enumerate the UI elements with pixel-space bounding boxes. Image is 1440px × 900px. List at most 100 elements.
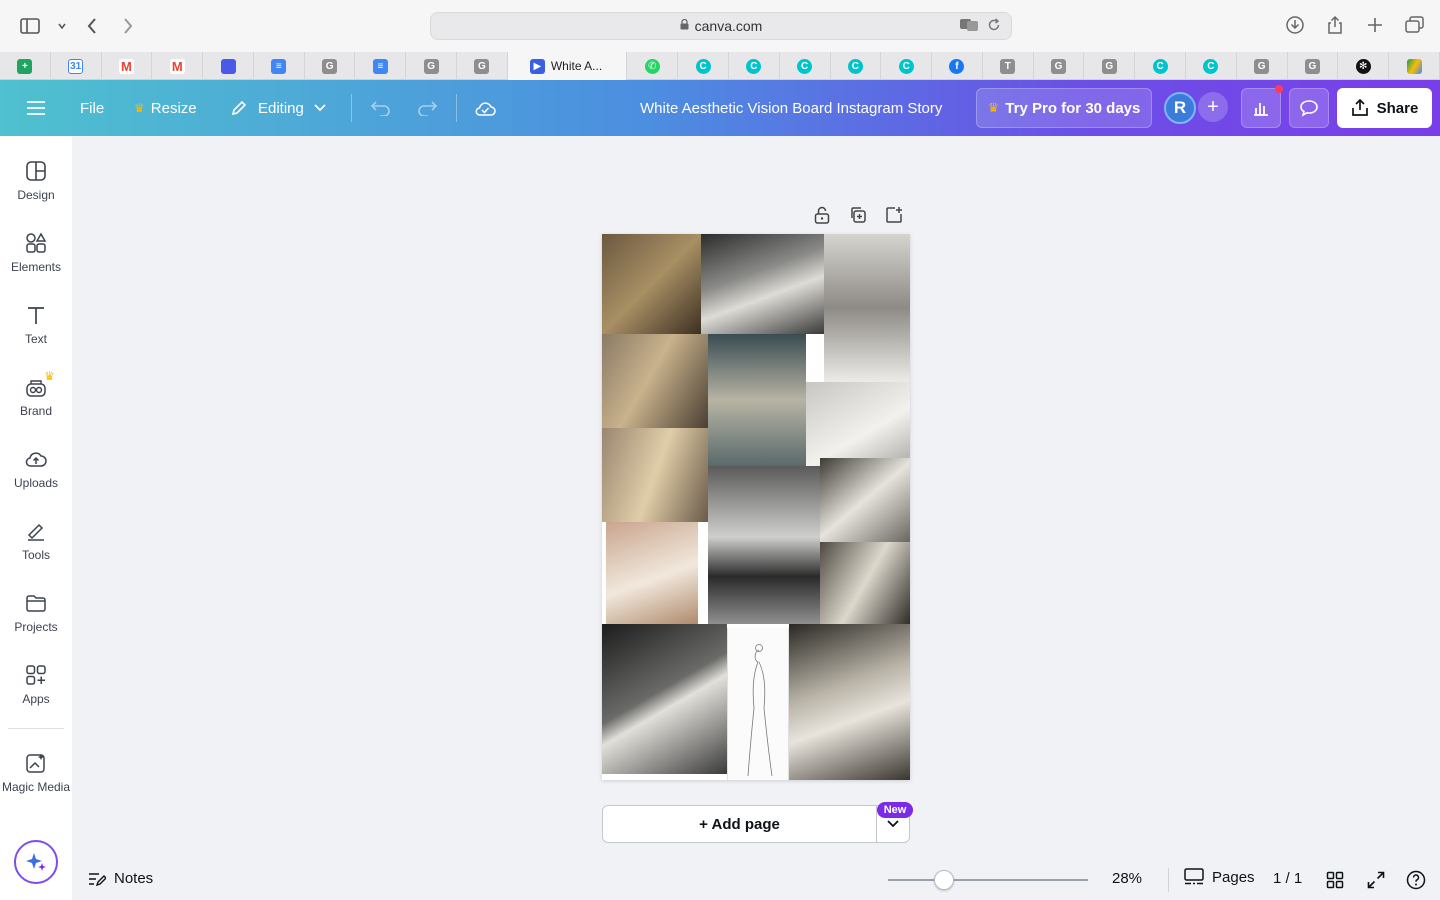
sidebar-item-apps[interactable]: Apps [0,664,72,706]
tab-canva-5[interactable]: C [881,52,933,80]
new-tab-icon[interactable] [1364,14,1386,36]
tab-g-6[interactable]: G [1237,52,1288,80]
tab-g-4[interactable]: G [1034,52,1085,80]
comments-button[interactable] [1289,88,1329,128]
resize-button[interactable]: ♛ Resize [134,80,197,136]
tab-g[interactable]: G [305,52,356,80]
tab-docs-2[interactable]: ≡ [355,52,407,80]
tab-whatsapp[interactable]: ✆ [627,52,679,80]
add-page-icon[interactable] [884,205,904,225]
tab-gmail-2[interactable]: M [152,52,204,80]
sidebar-item-label: Magic Media [1,780,71,794]
collage-photo[interactable] [708,466,820,624]
tab-t[interactable]: T [983,52,1034,80]
tab-canva-4[interactable]: C [831,52,882,80]
tab-g-7[interactable]: G [1288,52,1339,80]
sidebar-item-magic-media[interactable]: Magic Media [0,752,72,794]
canva-icon: C [695,58,711,74]
fullscreen-icon[interactable] [1365,869,1387,891]
sidebar-item-text[interactable]: Text [0,304,72,346]
collage-photo[interactable] [602,334,708,428]
tab-sheets[interactable]: + [0,52,51,80]
invite-plus-icon[interactable]: + [1198,92,1228,122]
sidebar-item-brand[interactable]: Brand [0,376,72,418]
collage-photo[interactable] [701,234,824,334]
insights-button[interactable] [1241,88,1281,128]
tab-calendar[interactable]: 31 [51,52,102,80]
cloud-saved-icon[interactable] [474,80,496,136]
share-page-icon[interactable] [1324,14,1346,36]
back-icon[interactable] [80,14,104,38]
collage-photo[interactable] [606,522,698,624]
elements-icon [26,232,47,253]
zoom-slider-track[interactable] [888,879,1088,881]
reload-icon[interactable] [987,18,1001,35]
docs-icon: ≡ [271,58,287,74]
menu-icon[interactable] [26,80,46,136]
undo-icon[interactable] [370,80,392,136]
share-button[interactable]: Share [1337,88,1432,128]
downloads-icon[interactable] [1284,14,1306,36]
collage-photo[interactable] [820,542,910,624]
forward-icon[interactable] [116,14,140,38]
tab-g-5[interactable]: G [1084,52,1136,80]
zoom-percentage[interactable]: 28% [1112,870,1142,887]
sidebar-item-tools[interactable]: Tools [0,520,72,562]
tab-app[interactable] [203,52,254,80]
tab-canva-2[interactable]: C [729,52,780,80]
document-title[interactable]: White Aesthetic Vision Board Instagram S… [640,80,942,136]
design-page-collage[interactable] [602,234,910,780]
tab-overview-icon[interactable] [1404,14,1426,36]
collage-sketch[interactable] [727,628,789,780]
collage-photo[interactable] [820,458,910,542]
sidebar-item-design[interactable]: Design [0,160,72,202]
redo-icon[interactable] [416,80,438,136]
tab-g-3[interactable]: G [457,52,508,80]
sidebar-toggle-icon[interactable] [18,14,42,38]
tab-gmail[interactable]: M [102,52,153,80]
zoom-slider-handle[interactable] [934,870,954,890]
add-page-button[interactable]: + Add page [602,805,877,843]
facebook-icon: f [949,58,965,74]
collage-photo[interactable] [602,428,708,522]
unlock-icon[interactable] [812,205,832,225]
chevron-down-icon[interactable] [50,14,74,38]
magic-assistant-button[interactable] [14,840,58,884]
sidebar-item-projects[interactable]: Projects [0,592,72,634]
tab-facebook[interactable]: f [932,52,983,80]
tab-canva-active[interactable]: ▶ White A... [507,52,628,80]
collage-photo[interactable] [602,624,727,774]
duplicate-page-icon[interactable] [848,205,868,225]
collage-photo[interactable] [708,334,806,466]
collage-photo[interactable] [824,234,910,382]
canva-icon: C [797,58,813,74]
sidebar-item-elements[interactable]: Elements [0,232,72,274]
avatar[interactable]: R [1164,92,1196,124]
help-icon[interactable] [1405,869,1427,891]
address-bar[interactable]: canva.com [430,12,1012,40]
tab-canva[interactable]: C [678,52,729,80]
try-pro-button[interactable]: ♛ Try Pro for 30 days [976,88,1152,128]
collage-photo[interactable] [789,624,910,780]
editing-mode-dropdown[interactable]: Editing [230,80,326,136]
g-icon: G [1254,58,1270,74]
tab-docs[interactable]: ≡ [254,52,305,80]
notes-button[interactable]: Notes [88,870,153,887]
translate-icon[interactable] [959,18,979,35]
collage-photo[interactable] [602,234,701,334]
share-label: Share [1376,99,1419,117]
tab-openai[interactable]: ✻ [1338,52,1390,80]
pages-button[interactable]: Pages [1184,868,1255,886]
g-icon: G [1304,58,1320,74]
sidebar-item-label: Brand [19,404,53,418]
tab-canva-3[interactable]: C [780,52,831,80]
tab-canva-6[interactable]: C [1135,52,1186,80]
tab-g-2[interactable]: G [406,52,458,80]
sidebar-item-uploads[interactable]: Uploads [0,448,72,490]
tab-drive[interactable] [1389,52,1440,80]
grid-view-icon[interactable] [1324,869,1346,891]
drive-icon [1406,58,1422,74]
file-menu[interactable]: File [80,80,104,136]
notes-label: Notes [114,870,154,887]
tab-canva-7[interactable]: C [1186,52,1237,80]
